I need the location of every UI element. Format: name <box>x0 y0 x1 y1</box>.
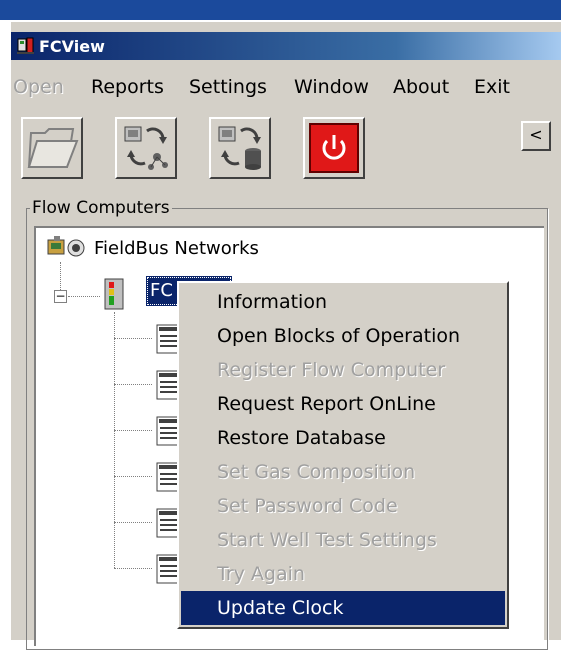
power-button[interactable] <box>303 117 365 179</box>
ctx-update-clock[interactable]: Update Clock <box>181 591 505 625</box>
tree-line <box>60 262 61 290</box>
app-icon <box>17 37 35 55</box>
network-refresh-icon <box>124 126 168 170</box>
open-button[interactable] <box>21 117 83 179</box>
tree-line <box>114 384 152 385</box>
tree-root-label[interactable]: FieldBus Networks <box>94 238 259 259</box>
menu-exit[interactable]: Exit <box>474 76 510 98</box>
database-sync-button[interactable] <box>209 117 271 179</box>
tree-line <box>114 568 152 569</box>
ctx-information[interactable]: Information <box>181 285 505 319</box>
group-label: Flow Computers <box>30 198 172 218</box>
ctx-start-well-test-settings[interactable]: Start Well Test Settings <box>181 523 505 557</box>
tree-line <box>114 476 152 477</box>
collapse-node-toggle[interactable]: − <box>54 290 67 303</box>
window-title: FCView <box>39 36 105 56</box>
tree-line <box>114 430 152 431</box>
title-bar[interactable]: FCView <box>11 32 561 60</box>
context-menu: Information Open Blocks of Operation Reg… <box>177 281 509 629</box>
collapse-button[interactable]: < <box>521 121 551 151</box>
power-icon <box>309 123 359 173</box>
ctx-register-flow-computer[interactable]: Register Flow Computer <box>181 353 505 387</box>
tree-line <box>68 296 100 297</box>
ctx-try-again[interactable]: Try Again <box>181 557 505 591</box>
desktop-background <box>0 0 561 20</box>
menu-settings[interactable]: Settings <box>189 76 267 98</box>
network-refresh-button[interactable] <box>115 117 177 179</box>
menu-about[interactable]: About <box>393 76 449 98</box>
ctx-restore-database[interactable]: Restore Database <box>181 421 505 455</box>
fieldbus-network-icon <box>47 236 85 257</box>
tree-line <box>114 522 152 523</box>
tree-line <box>114 312 115 568</box>
open-folder-icon <box>27 128 79 168</box>
tree-line <box>114 338 152 339</box>
menu-bar: Open Reports Settings Window About Exit <box>11 74 561 104</box>
menu-reports[interactable]: Reports <box>91 76 164 98</box>
ctx-set-password-code[interactable]: Set Password Code <box>181 489 505 523</box>
menu-window[interactable]: Window <box>294 76 369 98</box>
ctx-open-blocks-of-operation[interactable]: Open Blocks of Operation <box>181 319 505 353</box>
ctx-request-report-online[interactable]: Request Report OnLine <box>181 387 505 421</box>
menu-open[interactable]: Open <box>13 76 64 98</box>
flow-computer-icon <box>104 278 124 310</box>
database-sync-icon <box>218 126 261 170</box>
ctx-set-gas-composition[interactable]: Set Gas Composition <box>181 455 505 489</box>
